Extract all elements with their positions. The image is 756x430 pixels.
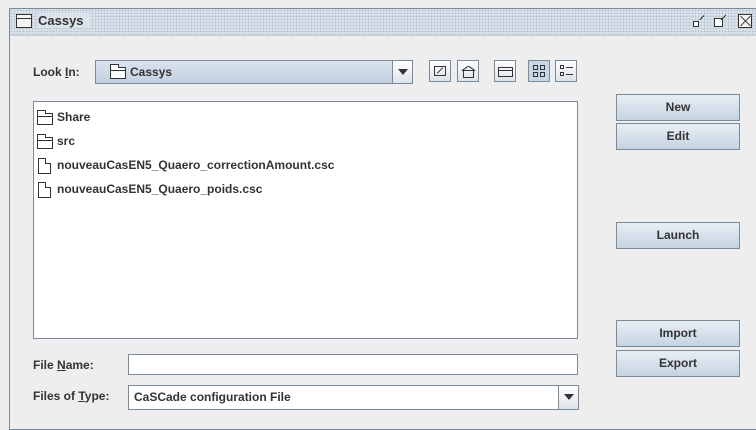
close-icon[interactable]: [738, 14, 752, 28]
file-type-label: Files of Type:: [33, 389, 110, 403]
file-name-field[interactable]: [128, 354, 578, 375]
folder-icon: [110, 64, 126, 79]
export-button[interactable]: Export: [616, 350, 740, 377]
chevron-down-icon[interactable]: [392, 61, 412, 83]
title-bar[interactable]: Cassys: [10, 9, 756, 36]
list-item[interactable]: nouveauCasEN5_Quaero_poids.csc: [34, 178, 554, 202]
edit-button[interactable]: Edit: [616, 123, 740, 150]
file-list[interactable]: Share src nouveauCasEN5_Quaero_correctio…: [33, 101, 578, 339]
file-icon: [38, 182, 51, 198]
file-type-combo[interactable]: CaSCade configuration File: [128, 385, 579, 410]
list-item[interactable]: nouveauCasEN5_Quaero_correctionAmount.cs…: [34, 154, 554, 178]
window-icon: [16, 14, 32, 28]
list-item[interactable]: Share: [34, 106, 554, 130]
list-view-button[interactable]: [528, 60, 550, 82]
look-in-label: Look In:: [33, 65, 80, 79]
file-name: nouveauCasEN5_Quaero_correctionAmount.cs…: [57, 158, 335, 172]
file-name: src: [57, 134, 76, 148]
chevron-down-icon[interactable]: [558, 386, 578, 409]
details-view-button[interactable]: [555, 60, 577, 82]
look-in-combo[interactable]: Cassys: [95, 60, 413, 84]
look-in-value: Cassys: [130, 65, 173, 79]
up-folder-button[interactable]: [429, 60, 451, 82]
file-type-value: CaSCade configuration File: [134, 390, 291, 404]
list-item[interactable]: src: [34, 130, 554, 154]
file-name: Share: [57, 110, 91, 124]
import-button[interactable]: Import: [616, 320, 740, 347]
maximize-icon[interactable]: [714, 14, 728, 28]
file-name: nouveauCasEN5_Quaero_poids.csc: [57, 182, 263, 196]
new-button[interactable]: New: [616, 94, 740, 121]
file-icon: [38, 158, 51, 174]
minimize-icon[interactable]: [693, 14, 707, 28]
new-folder-button[interactable]: [494, 60, 516, 82]
launch-button[interactable]: Launch: [616, 222, 740, 249]
window-title: Cassys: [38, 13, 90, 28]
file-name-label: File Name:: [33, 358, 94, 372]
folder-icon: [37, 110, 53, 125]
folder-icon: [37, 134, 53, 149]
home-button[interactable]: [457, 60, 479, 82]
